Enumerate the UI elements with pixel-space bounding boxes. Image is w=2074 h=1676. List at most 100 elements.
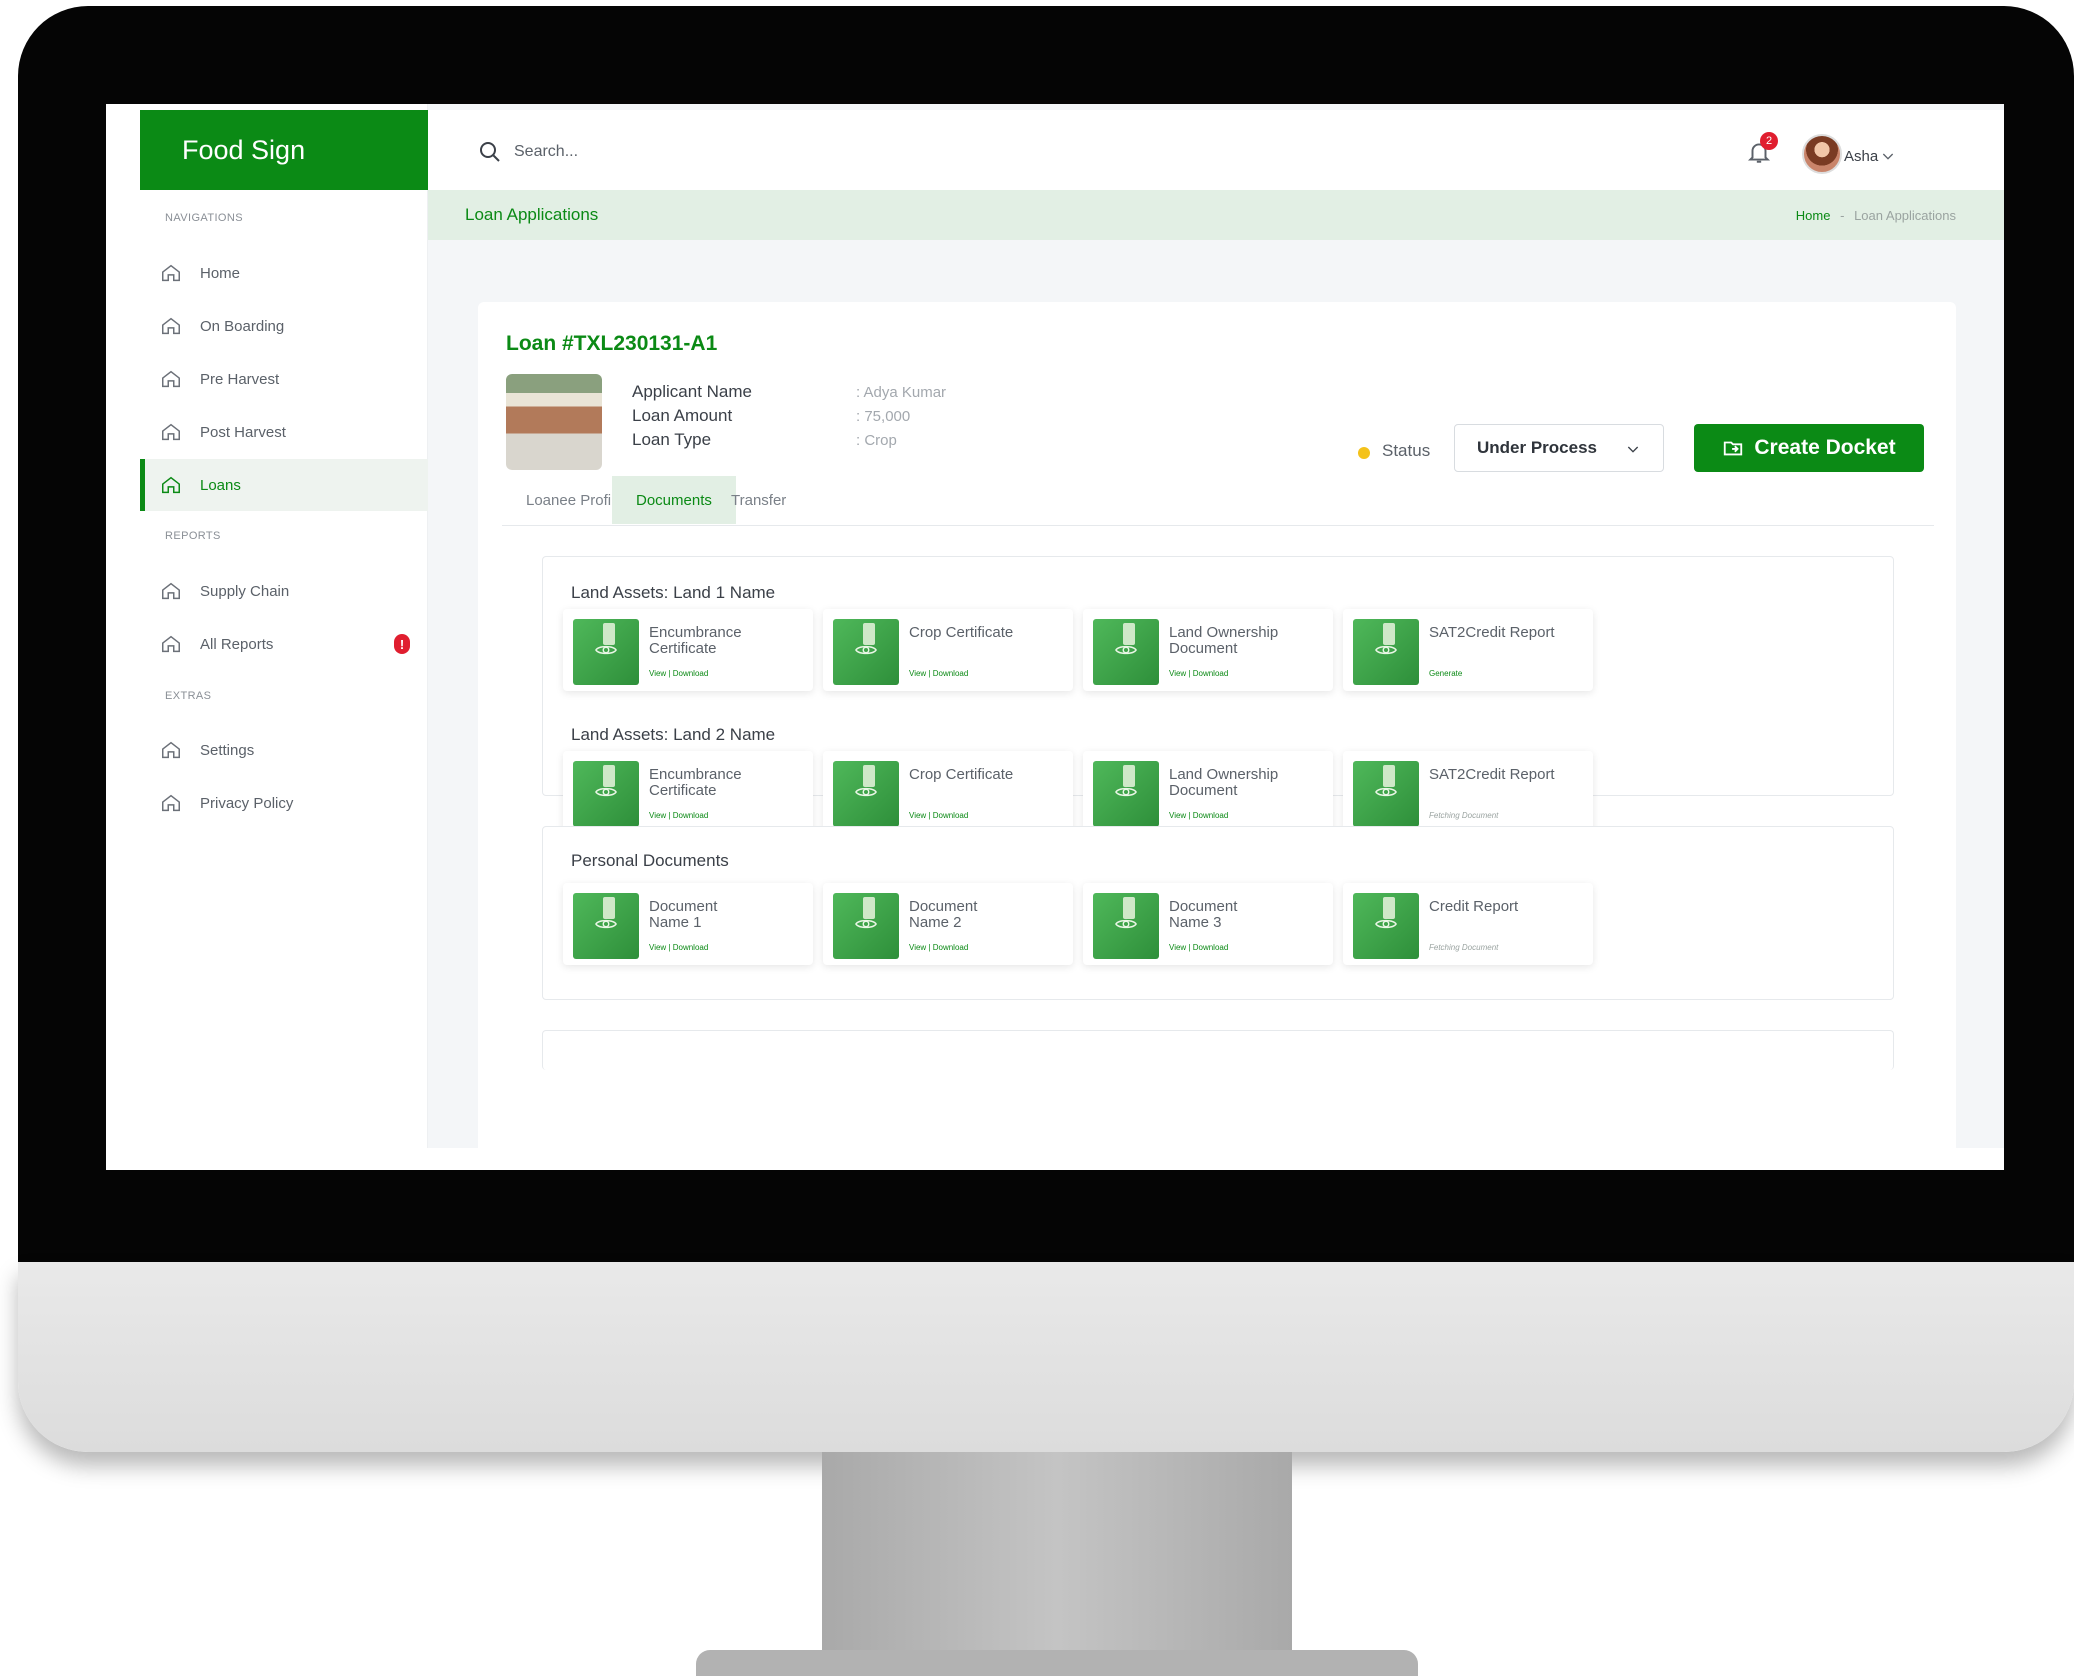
section-title-land-2: Land Assets: Land 2 Name <box>571 725 776 744</box>
sidebar-item-pre-harvest[interactable]: Pre Harvest <box>140 353 428 405</box>
document-name: Encumbrance Certificate <box>649 766 742 799</box>
loan-tabs: Loanee Profile Documents Transfer <box>502 476 1934 526</box>
search-box[interactable]: Search... <box>478 140 578 164</box>
status-dropdown-value: Under Process <box>1477 438 1597 457</box>
nav-section-reports: REPORTS <box>165 530 221 542</box>
document-thumbnail[interactable] <box>1353 761 1419 827</box>
view-download-link[interactable]: View | Download <box>649 811 708 820</box>
sidebar: Food Sign NAVIGATIONS Home On Boarding P… <box>106 104 428 1170</box>
document-name: Crop Certificate <box>909 766 1014 783</box>
additional-documents-section <box>542 1030 1894 1070</box>
document-thumbnail[interactable] <box>1093 619 1159 685</box>
view-download-link[interactable]: View | Download <box>909 669 968 678</box>
document-name: Document Name 1 <box>649 898 718 931</box>
document-card[interactable]: Land Ownership Document View | Download <box>1083 751 1333 833</box>
chevron-down-icon[interactable] <box>1880 148 1896 164</box>
view-download-link[interactable]: View | Download <box>909 943 968 952</box>
sidebar-item-label: Home <box>200 264 241 282</box>
sidebar-item-label: Privacy Policy <box>200 794 294 812</box>
document-card[interactable]: SAT2Credit Report Generate <box>1343 609 1593 691</box>
document-thumbnail[interactable] <box>833 893 899 959</box>
home-icon <box>162 741 180 759</box>
view-download-link[interactable]: View | Download <box>1169 669 1228 678</box>
document-card[interactable]: SAT2Credit Report Fetching Document <box>1343 751 1593 833</box>
sidebar-item-label: All Reports <box>200 635 274 653</box>
sidebar-item-home[interactable]: Home <box>140 247 428 299</box>
create-docket-button[interactable]: Create Docket <box>1694 424 1924 472</box>
sidebar-item-loans[interactable]: Loans <box>140 459 428 511</box>
document-thumbnail[interactable] <box>573 619 639 685</box>
sidebar-item-label: Loans <box>200 476 241 494</box>
eye-icon <box>1375 919 1397 929</box>
document-name: Document Name 2 <box>909 898 978 931</box>
monitor-stand-base <box>696 1650 1418 1676</box>
tab-transfer[interactable]: Transfer <box>707 476 810 524</box>
document-name: SAT2Credit Report <box>1429 624 1555 641</box>
monitor-chin <box>18 1262 2074 1452</box>
page-header: Loan Applications Home - Loan Applicatio… <box>428 190 2004 240</box>
document-card[interactable]: Document Name 3 View | Download <box>1083 883 1333 965</box>
eye-icon <box>595 787 617 797</box>
document-thumbnail[interactable] <box>1093 893 1159 959</box>
sidebar-item-post-harvest[interactable]: Post Harvest <box>140 406 428 458</box>
sidebar-item-settings[interactable]: Settings <box>140 724 428 776</box>
fetching-status: Fetching Document <box>1429 943 1499 952</box>
document-name: Credit Report <box>1429 898 1519 915</box>
view-download-link[interactable]: View | Download <box>1169 811 1228 820</box>
document-card[interactable]: Document Name 2 View | Download <box>823 883 1073 965</box>
nav-section-navigations: NAVIGATIONS <box>165 212 243 224</box>
document-name: Crop Certificate <box>909 624 1014 641</box>
sidebar-item-privacy-policy[interactable]: Privacy Policy <box>140 777 428 829</box>
notification-count-badge: 2 <box>1760 132 1778 150</box>
document-thumbnail[interactable] <box>573 893 639 959</box>
generate-link[interactable]: Generate <box>1429 669 1462 678</box>
home-icon <box>162 317 180 335</box>
breadcrumb: Home - Loan Applications <box>1796 208 1956 223</box>
sidebar-item-supply-chain[interactable]: Supply Chain <box>140 565 428 617</box>
view-download-link[interactable]: View | Download <box>649 669 708 678</box>
sidebar-item-label: Pre Harvest <box>200 370 280 388</box>
sidebar-item-all-reports[interactable]: All Reports ! <box>140 618 428 670</box>
eye-icon <box>1115 919 1137 929</box>
document-thumbnail[interactable] <box>573 761 639 827</box>
land-assets-section: Land Assets: Land 1 Name Encumbrance Cer… <box>542 556 1894 833</box>
document-thumbnail[interactable] <box>1353 619 1419 685</box>
document-card[interactable]: Encumbrance Certificate View | Download <box>563 609 813 691</box>
document-thumbnail[interactable] <box>1093 761 1159 827</box>
breadcrumb-home-link[interactable]: Home <box>1796 208 1831 223</box>
document-card[interactable]: Land Ownership Document View | Download <box>1083 609 1333 691</box>
applicant-name-label: Applicant Name <box>632 382 753 401</box>
avatar[interactable] <box>1802 134 1842 174</box>
user-name[interactable]: Asha <box>1844 148 1878 165</box>
view-download-link[interactable]: View | Download <box>1169 943 1228 952</box>
page-title: Loan Applications <box>465 205 599 224</box>
create-docket-label: Create Docket <box>1754 436 1896 459</box>
nav-section-extras: EXTRAS <box>165 690 212 702</box>
app-screen: Food Sign NAVIGATIONS Home On Boarding P… <box>106 104 2004 1170</box>
loan-type-value: : Crop <box>856 432 897 449</box>
home-icon <box>162 582 180 600</box>
document-thumbnail[interactable] <box>1353 893 1419 959</box>
search-input[interactable]: Search... <box>514 143 578 161</box>
sidebar-item-on-boarding[interactable]: On Boarding <box>140 300 428 352</box>
applicant-name-value: : Adya Kumar <box>856 384 947 401</box>
status-dropdown[interactable]: Under Process <box>1454 424 1664 472</box>
view-download-link[interactable]: View | Download <box>909 811 968 820</box>
document-card[interactable]: Crop Certificate View | Download <box>823 609 1073 691</box>
document-thumbnail[interactable] <box>833 619 899 685</box>
eye-icon <box>1115 787 1137 797</box>
eye-icon <box>1375 787 1397 797</box>
document-card[interactable]: Credit Report Fetching Document <box>1343 883 1593 965</box>
document-name: Document Name 3 <box>1169 898 1238 931</box>
document-card[interactable]: Document Name 1 View | Download <box>563 883 813 965</box>
brand-logo[interactable]: Food Sign <box>140 110 428 190</box>
chevron-down-icon <box>1627 446 1639 453</box>
home-icon <box>162 423 180 441</box>
view-download-link[interactable]: View | Download <box>649 943 708 952</box>
document-card[interactable]: Crop Certificate View | Download <box>823 751 1073 833</box>
sidebar-item-label: On Boarding <box>200 317 285 335</box>
document-name: SAT2Credit Report <box>1429 766 1555 783</box>
document-card[interactable]: Encumbrance Certificate View | Download <box>563 751 813 833</box>
document-thumbnail[interactable] <box>833 761 899 827</box>
breadcrumb-separator: - <box>1840 207 1845 223</box>
